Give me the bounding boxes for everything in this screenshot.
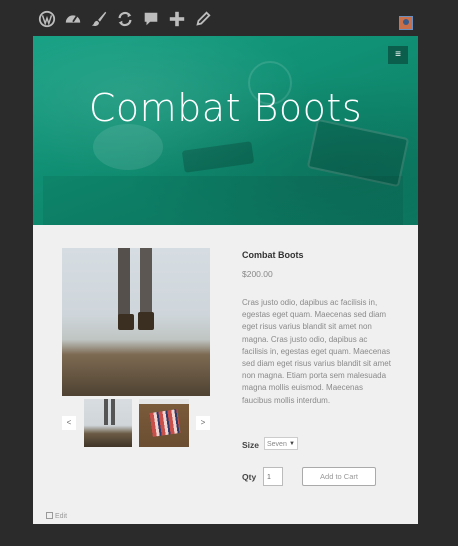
updates-icon[interactable] xyxy=(116,10,134,28)
add-to-cart-button[interactable]: Add to Cart xyxy=(302,467,376,486)
plaid-shirt xyxy=(149,409,181,437)
avatar[interactable] xyxy=(399,16,413,30)
size-value: Seven xyxy=(267,441,287,448)
page-frame: Combat Boots ≡ < > Combat Boots $200.00 … xyxy=(33,36,418,524)
qty-label: Qty xyxy=(242,472,257,482)
gallery-prev-button[interactable]: < xyxy=(62,416,76,430)
size-select[interactable]: Seven ▼ xyxy=(264,437,298,450)
quantity-input[interactable]: 1 xyxy=(263,467,283,486)
page-title: Combat Boots xyxy=(88,86,363,130)
wordpress-icon[interactable] xyxy=(38,10,56,28)
menu-button[interactable]: ≡ xyxy=(388,46,408,64)
boot-left xyxy=(118,314,134,330)
edit-label: Edit xyxy=(55,513,68,520)
new-content-icon[interactable] xyxy=(168,10,186,28)
product-price: $200.00 xyxy=(242,269,273,279)
boot-right xyxy=(138,312,154,330)
thumb-leg-right xyxy=(111,399,115,425)
leg-left xyxy=(118,248,130,316)
product-thumbnail[interactable] xyxy=(84,399,132,447)
cup-shape xyxy=(93,124,163,170)
hero-banner: Combat Boots ≡ xyxy=(33,36,418,225)
admin-bar xyxy=(0,0,458,36)
leg-right xyxy=(140,248,152,316)
thumb-leg-left xyxy=(104,399,108,425)
edit-pencil-icon[interactable] xyxy=(194,10,212,28)
table-shade xyxy=(43,176,403,225)
chevron-down-icon: ▼ xyxy=(289,441,295,447)
edit-icon xyxy=(46,512,53,519)
product-description: Cras justo odio, dapibus ac facilisis in… xyxy=(242,298,391,405)
comments-icon[interactable] xyxy=(142,10,160,28)
edit-link[interactable]: Edit xyxy=(46,512,67,520)
gallery-next-button[interactable]: > xyxy=(196,416,210,430)
dashboard-icon[interactable] xyxy=(64,10,82,28)
product-main-image[interactable] xyxy=(62,248,210,396)
product-title: Combat Boots xyxy=(242,250,304,260)
phone-shape xyxy=(181,141,255,173)
customize-brush-icon[interactable] xyxy=(90,10,108,28)
product-thumbnail-2[interactable] xyxy=(139,399,189,447)
size-label: Size xyxy=(242,440,260,450)
